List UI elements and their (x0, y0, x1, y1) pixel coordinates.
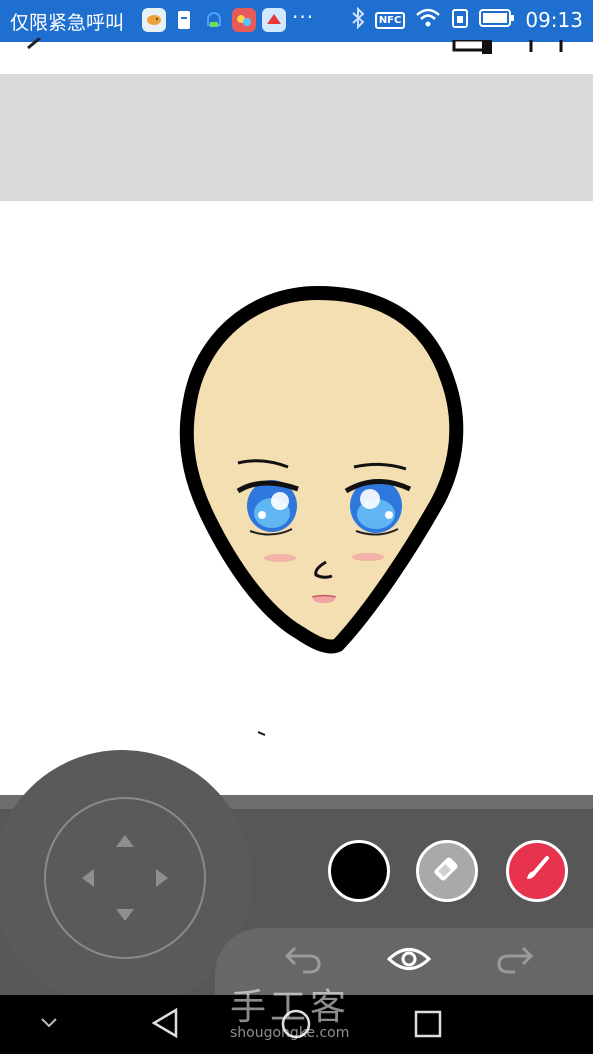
collapse-chevron-icon[interactable] (40, 1015, 58, 1034)
drawing-canvas[interactable] (0, 201, 593, 795)
sim-icon (451, 7, 469, 33)
back-nav-icon[interactable] (150, 1007, 180, 1043)
expand-icon[interactable] (528, 40, 564, 60)
huawei-app-icon (262, 8, 286, 32)
clock: 09:13 (525, 8, 583, 32)
redo-icon[interactable] (493, 942, 537, 980)
watermark-url: shougongke.com (230, 1025, 350, 1041)
brush-button[interactable] (506, 840, 568, 902)
more-notifications: ··· (292, 5, 315, 29)
bluetooth-icon (351, 6, 365, 33)
status-bar: 仅限紧急呼叫 ··· NFC 09:13 (0, 0, 593, 42)
nfc-icon: NFC (374, 11, 406, 29)
notification-icons (142, 8, 286, 32)
fish-app-icon (142, 8, 166, 32)
color-swatch-button[interactable] (328, 840, 390, 902)
dpad-left-arrow-icon[interactable] (82, 869, 94, 887)
recent-apps-nav-icon[interactable] (414, 1010, 442, 1042)
battery-app-icon (172, 8, 196, 32)
top-toolbar (0, 36, 593, 74)
face-drawing (179, 286, 464, 736)
wifi-icon (415, 7, 441, 33)
eraser-button[interactable] (416, 840, 478, 902)
battery-icon (479, 8, 515, 32)
stray-mark (257, 731, 266, 736)
eye-icon[interactable] (386, 942, 432, 980)
dpad-right-arrow-icon[interactable] (156, 869, 168, 887)
dpad-down-arrow-icon[interactable] (116, 909, 134, 921)
watermark-logo: 手工客 (230, 987, 351, 1028)
eraser-icon (430, 852, 464, 890)
layers-icon[interactable] (452, 38, 494, 60)
back-icon[interactable] (18, 36, 46, 58)
dpad-control[interactable] (44, 797, 206, 959)
dpad-up-arrow-icon[interactable] (116, 835, 134, 847)
brush-icon (520, 852, 554, 890)
cloud-app-icon (202, 8, 226, 32)
canvas-header-area (0, 74, 593, 201)
carrier-text: 仅限紧急呼叫 (10, 12, 125, 34)
system-status-icons: NFC 09:13 (351, 6, 583, 33)
head-outline (179, 286, 464, 654)
game-app-icon (232, 8, 256, 32)
undo-icon[interactable] (281, 942, 325, 980)
